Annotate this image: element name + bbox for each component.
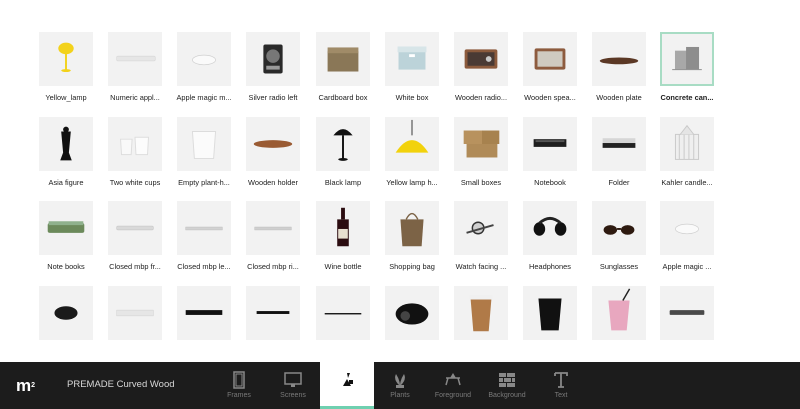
folder-icon: [592, 117, 646, 171]
project-name: PREMADE Curved Wood: [67, 379, 175, 390]
closed-laptop-icon: [108, 201, 162, 255]
wooden-holder-icon: [246, 117, 300, 171]
coffee-cup-icon: [454, 286, 508, 340]
object-label: Watch facing ...: [455, 262, 507, 271]
object-label: Notebook: [534, 178, 566, 187]
plant-icon: [390, 370, 410, 390]
keyboard-icon: [108, 286, 162, 340]
note-books-icon: [39, 201, 93, 255]
object-label: Wooden plate: [596, 93, 642, 102]
object-label: Yellow lamp h...: [386, 178, 438, 187]
object-label: Kahler candle...: [661, 178, 713, 187]
foreground-icon: [443, 370, 463, 390]
closed-laptop-left-icon: [177, 201, 231, 255]
object-grid: Yellow_lamp Numeric appl... Apple magic m.…: [0, 0, 800, 362]
wooden-radio-icon: [454, 32, 508, 86]
tab-plants[interactable]: Plants: [374, 362, 426, 409]
tab-screens[interactable]: Screens: [267, 362, 319, 409]
tab-foreground[interactable]: Foreground: [427, 362, 479, 409]
object-label: Numeric appl...: [110, 93, 160, 102]
tab-label: Text: [554, 392, 568, 399]
black-board-icon: [246, 286, 300, 340]
concrete-cans-icon: [660, 32, 714, 86]
black-cup-icon: [523, 286, 577, 340]
magic-mouse-icon: [177, 32, 231, 86]
shapes-icon: [337, 370, 357, 390]
sunglasses-icon: [592, 201, 646, 255]
object-label: Wooden radio...: [454, 93, 508, 102]
app-logo[interactable]: m2: [16, 376, 35, 395]
object-label: White box: [395, 93, 429, 102]
object-label: Closed mbp le...: [177, 262, 231, 271]
asia-figure-icon: [39, 117, 93, 171]
object-label: Folder: [608, 178, 630, 187]
wooden-plate-icon: [592, 32, 646, 86]
monitor-icon: [283, 370, 303, 390]
tab-label: Background: [488, 392, 526, 399]
object-label: Wooden spea...: [524, 93, 576, 102]
candle-holder-icon: [660, 117, 714, 171]
cardboard-box-icon: [316, 32, 370, 86]
yellow-lamp-hanging-icon: [385, 117, 439, 171]
wooden-speaker-icon: [523, 32, 577, 86]
object-label: Black lamp: [324, 178, 362, 187]
black-mouse-icon: [39, 286, 93, 340]
object-label: Two white cups: [109, 178, 161, 187]
white-cups-icon: [108, 117, 162, 171]
bottom-toolbar: m2 PREMADE Curved Wood Frames Screens Plan…: [0, 362, 800, 409]
object-label: Empty plant-h...: [178, 178, 230, 187]
object-label: Note books: [47, 262, 85, 271]
tab-background[interactable]: Background: [481, 362, 533, 409]
plant-holder-icon: [177, 117, 231, 171]
thin-plate-icon: [316, 286, 370, 340]
brick-wall-icon: [497, 370, 517, 390]
pink-cup-icon: [592, 286, 646, 340]
object-label: Apple magic m...: [176, 93, 232, 102]
closed-laptop-right-icon: [246, 201, 300, 255]
shopping-bag-icon: [385, 201, 439, 255]
tab-frames[interactable]: Frames: [213, 362, 265, 409]
small-boxes-icon: [454, 117, 508, 171]
object-label: Cardboard box: [318, 93, 368, 102]
silver-radio-icon: [246, 32, 300, 86]
tab-label: Plants: [390, 392, 410, 399]
black-slab-icon: [177, 286, 231, 340]
object-label: Shopping bag: [389, 262, 435, 271]
black-lamp-icon: [316, 117, 370, 171]
wine-bottle-icon: [316, 201, 370, 255]
tab-label: Screens: [280, 392, 306, 399]
object-label: Wine bottle: [324, 262, 362, 271]
object-label: Asia figure: [48, 178, 84, 187]
headphones-icon: [523, 201, 577, 255]
white-box-icon: [385, 32, 439, 86]
tablet-icon: [660, 286, 714, 340]
object-label: Closed mbp fr...: [109, 262, 161, 271]
watch-icon: [454, 201, 508, 255]
tab-label: Frames: [227, 392, 251, 399]
object-label: Apple magic ...: [662, 262, 712, 271]
object-label: Sunglasses: [599, 262, 639, 271]
camera-bag-icon: [385, 286, 439, 340]
object-label: Small boxes: [460, 178, 502, 187]
object-label: Headphones: [529, 262, 571, 271]
logo-text: m: [16, 376, 32, 395]
tab-objects[interactable]: [320, 362, 374, 409]
notebook-icon: [523, 117, 577, 171]
tab-text[interactable]: Text: [535, 362, 587, 409]
frame-icon: [229, 370, 249, 390]
object-label: Wooden holder: [248, 178, 298, 187]
magic-mouse-icon: [660, 201, 714, 255]
object-label: Yellow_lamp: [45, 93, 87, 102]
object-label: Concrete can...: [660, 93, 714, 102]
object-label: Silver radio left: [248, 93, 298, 102]
tab-label: Foreground: [434, 392, 472, 399]
numeric-keypad-icon: [108, 32, 162, 86]
text-icon: [551, 370, 571, 390]
yellow-lamp-icon: [39, 32, 93, 86]
object-label: Closed mbp ri...: [247, 262, 299, 271]
